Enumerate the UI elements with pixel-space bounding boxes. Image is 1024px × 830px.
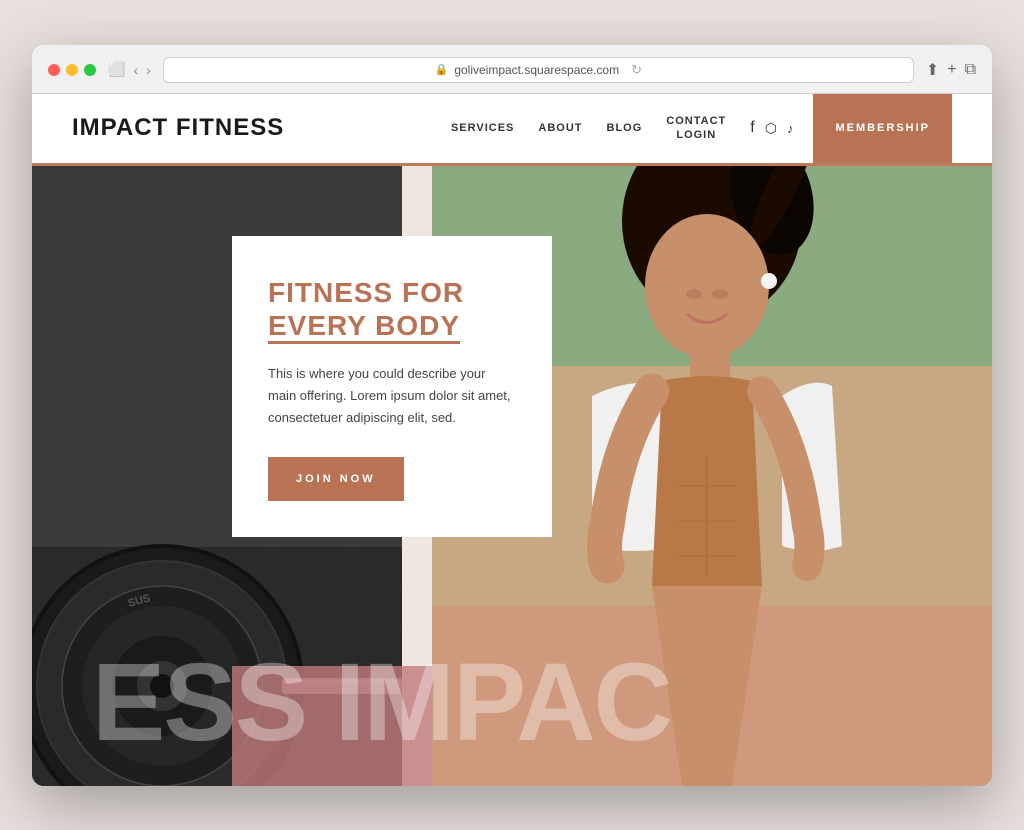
forward-icon[interactable]: › bbox=[146, 62, 151, 78]
hero-headline: FITNESS FOR EVERY BODY bbox=[268, 276, 516, 343]
nav-links: SERVICES ABOUT BLOG CONTACT LOGIN bbox=[451, 115, 726, 141]
browser-controls: ⬜ ‹ › bbox=[108, 61, 151, 78]
url-text: goliveimpact.squarespace.com bbox=[454, 63, 619, 77]
website: IMPACT FITNESS SERVICES ABOUT BLOG CONTA… bbox=[32, 94, 992, 786]
sidebar-toggle-icon[interactable]: ⬜ bbox=[108, 61, 125, 78]
address-bar[interactable]: 🔒 goliveimpact.squarespace.com ↻ bbox=[163, 57, 914, 83]
minimize-button[interactable] bbox=[66, 64, 78, 76]
headline-line2: EVERY BODY bbox=[268, 309, 516, 343]
nav-link-contact[interactable]: CONTACT bbox=[666, 115, 726, 127]
traffic-lights bbox=[48, 64, 96, 76]
maximize-button[interactable] bbox=[84, 64, 96, 76]
share-icon[interactable]: ⬆ bbox=[926, 60, 939, 80]
hero-description: This is where you could describe your ma… bbox=[268, 363, 516, 429]
back-icon[interactable]: ‹ bbox=[133, 62, 138, 78]
headline-line2-text: EVERY BODY bbox=[268, 310, 460, 344]
nav-link-login[interactable]: LOGIN bbox=[676, 129, 716, 141]
nav-contact-login-group: CONTACT LOGIN bbox=[666, 115, 726, 141]
membership-button[interactable]: MEMBERSHIP bbox=[813, 94, 952, 163]
tabs-icon[interactable]: ⧉ bbox=[965, 61, 976, 79]
new-tab-icon[interactable]: + bbox=[947, 61, 956, 79]
lock-icon: 🔒 bbox=[435, 63, 449, 76]
tiktok-icon[interactable]: ♪ bbox=[787, 121, 794, 136]
facebook-icon[interactable]: f bbox=[750, 119, 754, 137]
refresh-icon[interactable]: ↻ bbox=[631, 62, 642, 78]
nav-social: f ⬡ ♪ bbox=[750, 119, 793, 137]
content-card: FITNESS FOR EVERY BODY This is where you… bbox=[232, 236, 552, 537]
brand-logo[interactable]: IMPACT FITNESS bbox=[72, 114, 284, 142]
browser-chrome: ⬜ ‹ › 🔒 goliveimpact.squarespace.com ↻ ⬆… bbox=[32, 45, 992, 94]
navbar: IMPACT FITNESS SERVICES ABOUT BLOG CONTA… bbox=[32, 94, 992, 166]
browser-actions: ⬆ + ⧉ bbox=[926, 60, 976, 80]
nav-link-blog[interactable]: BLOG bbox=[607, 122, 643, 134]
nav-link-services[interactable]: SERVICES bbox=[451, 122, 514, 134]
hero-section: SUS bbox=[32, 166, 992, 786]
browser-window: ⬜ ‹ › 🔒 goliveimpact.squarespace.com ↻ ⬆… bbox=[32, 45, 992, 786]
join-now-button[interactable]: JOIN NOW bbox=[268, 457, 404, 501]
accent-rectangle bbox=[232, 666, 432, 786]
nav-link-about[interactable]: ABOUT bbox=[538, 122, 582, 134]
close-button[interactable] bbox=[48, 64, 60, 76]
headline-line1: FITNESS FOR bbox=[268, 276, 516, 310]
instagram-icon[interactable]: ⬡ bbox=[765, 120, 777, 137]
